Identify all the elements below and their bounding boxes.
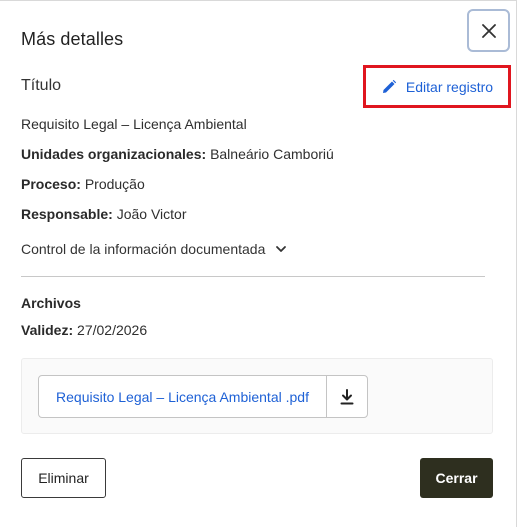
control-info-label: Control de la información documentada (21, 241, 266, 257)
units-value: Balneário Camboriú (210, 146, 334, 162)
file-link[interactable]: Requisito Legal – Licença Ambiental .pdf (39, 376, 327, 417)
control-info-toggle[interactable]: Control de la información documentada (21, 241, 287, 257)
file-item: Requisito Legal – Licença Ambiental .pdf (38, 375, 368, 418)
edit-record-button[interactable]: Editar registro (363, 65, 511, 108)
details-dialog: Más detalles Título Editar registro Requ… (0, 0, 517, 527)
record-title-label: Título (21, 77, 62, 94)
process-value: Produção (84, 176, 145, 192)
close-button[interactable]: Cerrar (420, 458, 493, 498)
process-label: Proceso: (21, 176, 81, 192)
download-icon (340, 388, 354, 404)
units-label: Unidades organizacionales: (21, 146, 207, 162)
validity-row: Validez: 27/02/2026 (21, 322, 147, 338)
pencil-icon (382, 79, 397, 93)
validity-label: Validez: (21, 322, 74, 338)
files-panel: Requisito Legal – Licença Ambiental .pdf (21, 358, 493, 434)
edit-record-label: Editar registro (405, 78, 494, 95)
units-row: Unidades organizacionales: Balneário Cam… (21, 146, 334, 162)
section-divider (21, 276, 485, 277)
responsible-label: Responsable: (21, 206, 113, 222)
record-name: Requisito Legal – Licença Ambiental (21, 116, 247, 132)
responsible-value: João Victor (116, 206, 187, 222)
process-row: Proceso: Produção (21, 176, 145, 192)
validity-value: 27/02/2026 (77, 322, 148, 338)
delete-button[interactable]: Eliminar (21, 458, 106, 498)
dialog-title: Más detalles (21, 29, 124, 49)
chevron-down-icon (276, 246, 287, 252)
close-dialog-button[interactable] (467, 9, 510, 52)
close-icon (481, 23, 496, 38)
responsible-row: Responsable: João Victor (21, 206, 186, 222)
files-heading: Archivos (21, 295, 81, 311)
download-button[interactable] (327, 376, 367, 417)
